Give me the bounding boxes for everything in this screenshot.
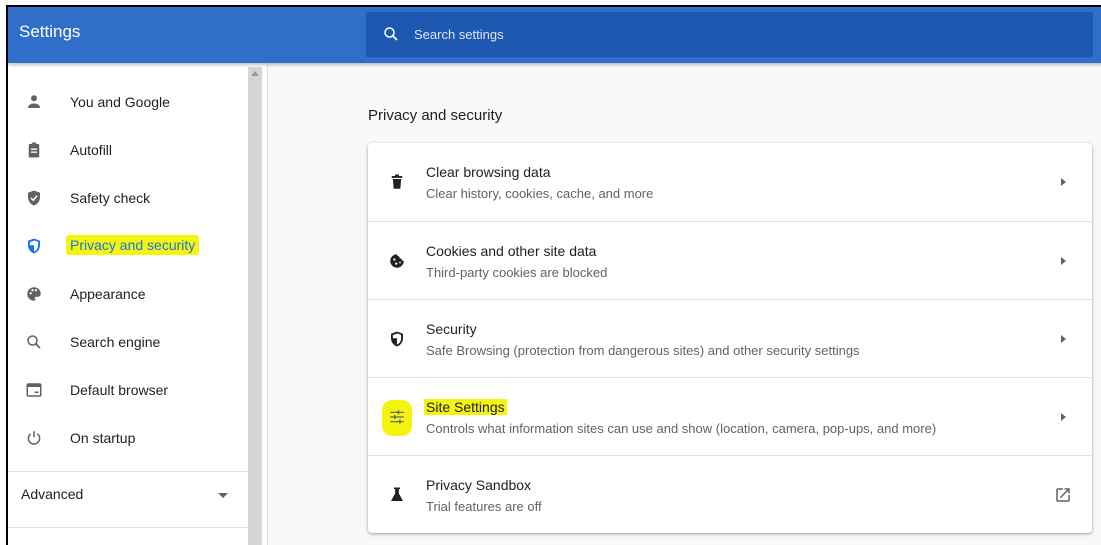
sidebar-divider xyxy=(8,527,258,528)
sidebar-item-autofill[interactable]: Autofill xyxy=(8,131,258,171)
chevron-right-icon xyxy=(1061,178,1066,186)
sidebar-item-safety-check[interactable]: Safety check xyxy=(8,179,258,219)
row-subtitle: Safe Browsing (protection from dangerous… xyxy=(426,343,860,358)
sidebar-divider xyxy=(8,471,258,472)
row-title: Cookies and other site data xyxy=(426,243,597,259)
main-content: Privacy and security Clear browsing data… xyxy=(270,63,1101,545)
sidebar: You and Google Autofill Safety check Pri… xyxy=(8,63,268,545)
sidebar-item-on-startup[interactable]: On startup xyxy=(8,419,258,459)
sidebar-scrollbar[interactable] xyxy=(248,67,262,545)
row-subtitle: Controls what information sites can use … xyxy=(426,421,937,436)
sidebar-item-label: Search engine xyxy=(70,334,161,350)
row-title: Clear browsing data xyxy=(426,164,551,180)
row-clear-browsing-data[interactable]: Clear browsing data Clear history, cooki… xyxy=(368,143,1092,221)
settings-window: Settings You and Google Autofi xyxy=(6,5,1101,545)
scroll-up-arrow-icon[interactable] xyxy=(251,71,259,76)
row-subtitle: Trial features are off xyxy=(426,499,542,514)
search-icon xyxy=(384,27,398,41)
sidebar-item-default-browser[interactable]: Default browser xyxy=(8,371,258,411)
browser-icon xyxy=(26,383,42,397)
search-input[interactable] xyxy=(414,22,1014,46)
row-title: Site Settings xyxy=(424,399,507,415)
shield-icon xyxy=(391,331,403,347)
row-security[interactable]: Security Safe Browsing (protection from … xyxy=(368,299,1092,377)
row-site-settings[interactable]: Site Settings Controls what information … xyxy=(368,377,1092,455)
row-subtitle: Clear history, cookies, cache, and more xyxy=(426,186,654,201)
power-icon xyxy=(27,431,41,445)
sliders-icon xyxy=(390,410,404,424)
sidebar-item-label: You and Google xyxy=(70,94,170,110)
sidebar-item-label: Appearance xyxy=(70,286,146,302)
sidebar-item-label: Default browser xyxy=(70,382,169,398)
flask-icon xyxy=(391,487,403,501)
palette-icon xyxy=(27,287,41,301)
shield-icon xyxy=(28,238,40,254)
row-privacy-sandbox[interactable]: Privacy Sandbox Trial features are off xyxy=(368,455,1092,533)
sidebar-item-search-engine[interactable]: Search engine xyxy=(8,323,258,363)
search-box[interactable] xyxy=(366,12,1093,57)
advanced-label: Advanced xyxy=(21,486,84,502)
row-title: Security xyxy=(426,321,477,337)
privacy-settings-card: Clear browsing data Clear history, cooki… xyxy=(368,143,1092,533)
person-icon xyxy=(28,95,40,108)
section-title: Privacy and security xyxy=(368,107,503,124)
chevron-right-icon xyxy=(1061,257,1066,265)
app-title: Settings xyxy=(19,22,81,41)
shield-check-icon xyxy=(28,190,40,206)
search-icon xyxy=(27,335,41,349)
sidebar-item-label: Safety check xyxy=(70,190,151,206)
sidebar-item-label: Autofill xyxy=(70,142,113,158)
open-in-new-icon[interactable] xyxy=(1054,486,1072,504)
clipboard-icon xyxy=(28,142,40,158)
sidebar-item-label: On startup xyxy=(70,430,136,446)
chevron-right-icon xyxy=(1061,335,1066,343)
sidebar-advanced-toggle[interactable]: Advanced xyxy=(8,475,258,515)
sidebar-item-privacy-and-security[interactable]: Privacy and security xyxy=(8,227,258,267)
sidebar-item-label: Privacy and security xyxy=(66,235,200,255)
chevron-down-icon xyxy=(218,493,228,498)
cookie-icon xyxy=(390,254,404,268)
row-cookies[interactable]: Cookies and other site data Third-party … xyxy=(368,221,1092,299)
sidebar-item-you-and-google[interactable]: You and Google xyxy=(8,83,258,123)
sidebar-item-appearance[interactable]: Appearance xyxy=(8,275,258,315)
row-title: Privacy Sandbox xyxy=(426,477,532,493)
row-subtitle: Third-party cookies are blocked xyxy=(426,265,608,280)
chevron-right-icon xyxy=(1061,413,1066,421)
trash-icon xyxy=(391,174,403,189)
top-toolbar: Settings xyxy=(8,7,1101,63)
